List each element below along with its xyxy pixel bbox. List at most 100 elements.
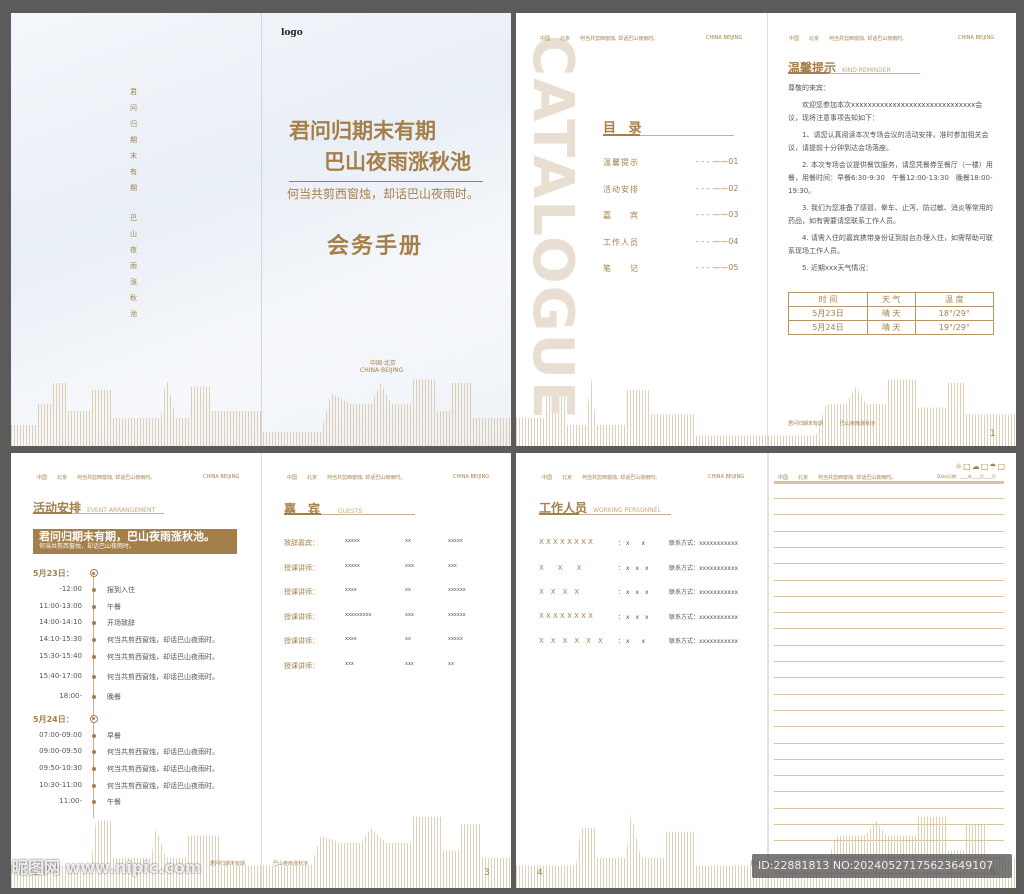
staff-role: ： x x: [618, 638, 646, 646]
note-line[interactable]: [774, 775, 1004, 777]
header-en: CHINA BEIJING: [708, 474, 745, 480]
cover-title-2: 巴山夜雨涨秋池: [324, 149, 471, 174]
schedule-item: 开场致辞: [107, 619, 135, 628]
page-number: 3: [484, 868, 490, 878]
weather-icons: ☼□☁□☂□: [955, 462, 1006, 471]
schedule-time: 11:00-13:00: [39, 601, 82, 610]
banner-title: 君问归期未有期，巴山夜雨涨秋池。: [39, 530, 215, 543]
toc-item[interactable]: 工作人员: [603, 237, 639, 248]
note-line[interactable]: [774, 644, 1004, 646]
guest-value: xxx: [405, 611, 414, 618]
guest-role: 授课讲师：: [284, 637, 319, 646]
schedule-item: 何当共剪西窗烛，却话巴山夜雨时。: [107, 672, 219, 681]
note-line[interactable]: [774, 791, 1004, 793]
note-line[interactable]: [774, 612, 1004, 614]
rain-icon[interactable]: ☂□: [989, 462, 1006, 471]
timeline-dot: [91, 783, 96, 788]
schedule-date: 5月23日：: [33, 569, 74, 578]
note-line[interactable]: [774, 758, 1004, 760]
note-line[interactable]: [774, 579, 1004, 581]
date-field[interactable]: Date/日期：____年____月____日: [937, 474, 996, 480]
schedule-item: 晚餐: [107, 692, 121, 701]
watermark-site: 昵图网 www.nipic.com: [12, 858, 202, 877]
header-country: 中国: [540, 36, 551, 42]
schedule-banner: 君问归期未有期，巴山夜雨涨秋池。 何当共剪西窗烛，却话巴山夜雨时。: [33, 529, 237, 554]
staff-contact: 联系方式：xxxxxxxxxxx: [669, 613, 739, 621]
staff-name: X X X X X X X X: [539, 611, 593, 620]
schedule-time: 14:00-14:10: [39, 618, 82, 627]
note-line[interactable]: [774, 661, 1004, 662]
reminder-paragraph: 2. 本次专场会议提供餐饮服务，请您凭餐券至餐厅（一楼）用餐，用餐时间：早餐6:…: [788, 161, 993, 195]
cover-spread: [11, 13, 511, 446]
toc-page: - - - ——02: [696, 183, 739, 193]
footer-right: 巴山夜雨涨秋池: [840, 421, 876, 427]
cloud-icon[interactable]: ☁□: [972, 462, 990, 471]
schedule-time: 07:00-09:00: [39, 730, 82, 739]
toc-page: - - - ——05: [696, 263, 739, 272]
timeline-dot: [91, 674, 96, 679]
header-en: CHINA BEIJING: [203, 474, 240, 480]
staff-name: X X X X X X: [539, 637, 603, 646]
skyline: [516, 376, 1016, 446]
schedule-item: 何当共剪西窗烛，却话巴山夜雨时。: [107, 781, 219, 790]
guest-value: xxxxxx: [448, 587, 466, 594]
footer-left: 君问归期末有期: [210, 861, 246, 867]
note-line[interactable]: [774, 563, 1004, 565]
guest-value: xxx: [345, 661, 354, 667]
toc-item[interactable]: 活动安排: [603, 184, 639, 195]
guest-value: xxxxx: [448, 636, 463, 643]
reminder-paragraph: 5. 近期xxx天气情况：: [802, 264, 873, 272]
cover-main-title: 会务手册: [327, 234, 424, 259]
reminder-greeting: 尊敬的来宾：: [788, 84, 830, 92]
staff-contact: 联系方式：xxxxxxxxxxx: [669, 638, 739, 646]
cover-vertical-text-1: 君问归期末有期: [130, 88, 137, 192]
note-line[interactable]: [774, 514, 1004, 516]
notes-header-bar: [774, 481, 1004, 484]
note-line[interactable]: [774, 677, 1004, 679]
schedule-item: 报到入住: [107, 586, 135, 594]
note-line[interactable]: [774, 693, 1004, 695]
schedule-date: 5月24日：: [33, 714, 74, 724]
guest-role: 授课讲师：: [284, 563, 319, 572]
staff-role: ： x x: [618, 540, 646, 547]
guest-value: xxxxx: [448, 538, 463, 544]
guest-role: 授课讲师：: [284, 612, 319, 621]
catalogue-bg-word: CATALOGUE: [520, 35, 585, 422]
note-line[interactable]: [774, 709, 1004, 711]
note-line[interactable]: [774, 824, 1004, 825]
note-line[interactable]: [774, 498, 1004, 499]
toc-page: - - - ——04: [696, 236, 739, 246]
note-line[interactable]: [774, 726, 1004, 728]
guest-value: xx: [448, 661, 454, 667]
toc-item[interactable]: 笔 记: [603, 263, 639, 274]
note-line[interactable]: [774, 530, 1004, 532]
reminder-paragraph: 1、请您认真阅读本次专场会议的活动安排，准时参加相关会议，请提前十分钟到达会场落…: [788, 131, 989, 152]
toc-item[interactable]: 嘉 宾: [603, 210, 639, 221]
th: 时 间: [788, 292, 868, 307]
note-line[interactable]: [774, 546, 1004, 548]
toc-item[interactable]: 温馨提示: [603, 157, 639, 168]
cover-divider: [289, 181, 483, 182]
timeline-dot: [91, 800, 96, 805]
timeline-dot: [91, 588, 96, 592]
note-line[interactable]: [774, 595, 1004, 597]
logo: logo: [281, 28, 303, 38]
page-header: 中国 北京 何当共剪西窗烛, 却话巴山夜雨时。: [37, 475, 156, 481]
note-line[interactable]: [774, 628, 1004, 630]
sun-icon[interactable]: ☼□: [955, 462, 972, 471]
staff-contact: 联系方式：xxxxxxxxxxx: [669, 564, 739, 572]
guest-value: xx: [405, 636, 411, 643]
staff-name: X X X X: [539, 588, 580, 597]
schedule-item: 早餐: [107, 731, 121, 740]
header-city: 北京: [809, 36, 820, 42]
header-verse: 何当共剪西窗烛, 却话巴山夜雨时。: [829, 36, 908, 42]
timeline-dot: [91, 621, 96, 626]
schedule-time: 15:40-17:00: [39, 671, 82, 680]
cover-location-en: CHINA·BEIJING: [360, 367, 404, 374]
note-line[interactable]: [774, 840, 1004, 842]
note-line[interactable]: [774, 807, 1004, 809]
schedule-item: 何当共剪西窗烛，却话巴山夜雨时。: [107, 764, 219, 773]
schedule-time: 10:30-11:00: [39, 780, 82, 789]
note-line[interactable]: [774, 742, 1004, 744]
staff-name: X X X: [539, 563, 582, 572]
